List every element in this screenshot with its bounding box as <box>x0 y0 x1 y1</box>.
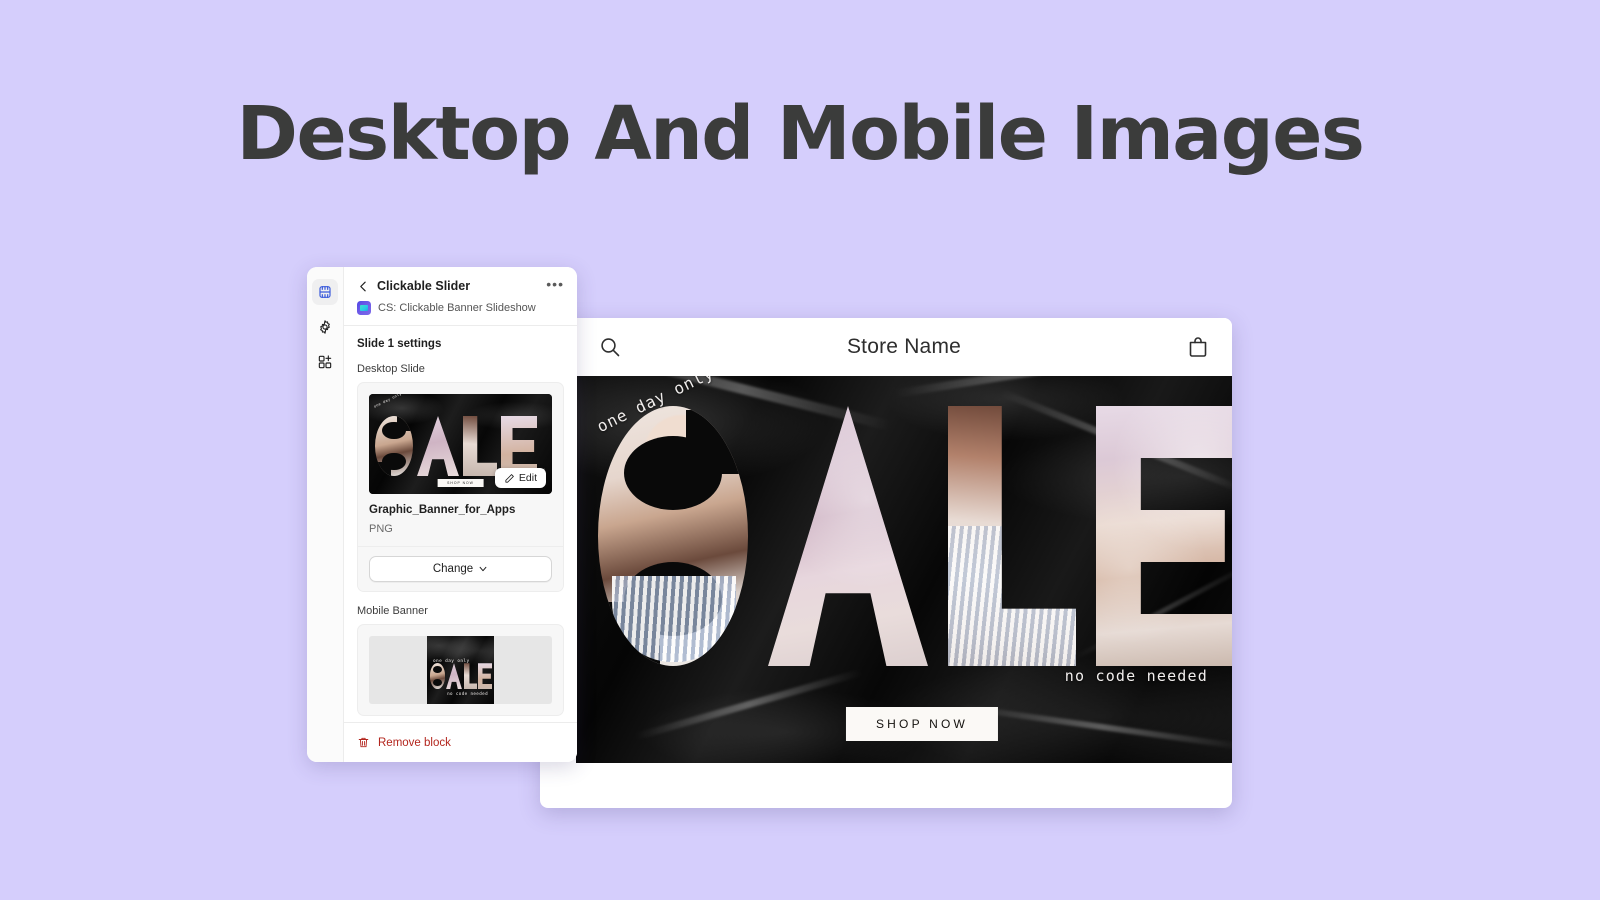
shop-now-button[interactable]: SHOP NOW <box>845 707 999 741</box>
change-row: Change <box>358 546 563 591</box>
store-header: Store Name <box>576 318 1232 376</box>
change-image-button[interactable]: Change <box>369 556 552 582</box>
store-preview-card: Store Name one day only no code needed S… <box>540 318 1232 808</box>
file-name: Graphic_Banner_for_Apps <box>369 504 516 516</box>
edit-image-label: Edit <box>518 472 537 484</box>
remove-block-label: Remove block <box>378 736 451 749</box>
more-options-icon[interactable]: ••• <box>546 277 564 293</box>
sidebar-item-settings[interactable] <box>312 314 338 340</box>
desktop-media-card: one day only no code needed SHOP NOW Edi… <box>357 382 564 592</box>
mobile-thumb-footnote: no code needed <box>447 691 488 696</box>
mobile-thumb-kicker: one day only <box>433 659 470 665</box>
sale-letter-a <box>768 406 928 666</box>
chevron-down-icon <box>479 566 487 572</box>
remove-block-button[interactable]: Remove block <box>344 722 577 762</box>
sale-letter-e <box>1096 406 1232 666</box>
desktop-slide-label: Desktop Slide <box>357 363 425 375</box>
back-chevron-icon[interactable] <box>357 280 370 293</box>
desktop-thumbnail[interactable]: one day only no code needed SHOP NOW Edi… <box>369 394 552 494</box>
panel-content: Clickable Slider ••• CS: Clickable Banne… <box>344 267 577 762</box>
change-image-label: Change <box>432 563 474 575</box>
store-name: Store Name <box>846 335 962 358</box>
hero-banner: one day only no code needed SHOP NOW <box>576 376 1232 763</box>
search-icon[interactable] <box>598 335 622 359</box>
sale-wordmark <box>598 406 1232 666</box>
sale-letter-s <box>598 406 748 666</box>
mobile-thumbnail-image: one day only no code needed <box>427 636 494 704</box>
thumb-cta: SHOP NOW <box>437 479 484 487</box>
mobile-thumbnail[interactable]: one day only no code needed <box>427 636 494 704</box>
page-title: Desktop And Mobile Images <box>236 91 1365 177</box>
editor-rail <box>307 267 344 762</box>
panel-title: Clickable Slider <box>377 279 471 293</box>
sidebar-item-add-app-block[interactable] <box>312 349 338 375</box>
trash-icon <box>358 737 369 748</box>
panel-header: Clickable Slider ••• CS: Clickable Banne… <box>344 267 577 326</box>
pencil-icon <box>505 473 514 483</box>
section-title: Slide 1 settings <box>357 338 442 350</box>
app-icon <box>357 301 371 315</box>
sidebar-item-sections[interactable] <box>312 279 338 305</box>
block-settings-panel: Clickable Slider ••• CS: Clickable Banne… <box>307 267 577 762</box>
mobile-thumbnail-slot[interactable]: one day only no code needed <box>369 636 552 704</box>
file-type: PNG <box>369 523 393 535</box>
shopping-bag-icon[interactable] <box>1186 335 1210 359</box>
mobile-banner-label: Mobile Banner <box>357 605 428 617</box>
sale-letter-l <box>948 406 1076 666</box>
banner-footnote: no code needed <box>1064 667 1208 685</box>
panel-body: Slide 1 settings Desktop Slide one day o… <box>344 326 577 762</box>
mobile-media-card: one day only no code needed <box>357 624 564 716</box>
edit-image-button[interactable]: Edit <box>494 468 546 488</box>
app-name-label: CS: Clickable Banner Slideshow <box>378 302 536 314</box>
